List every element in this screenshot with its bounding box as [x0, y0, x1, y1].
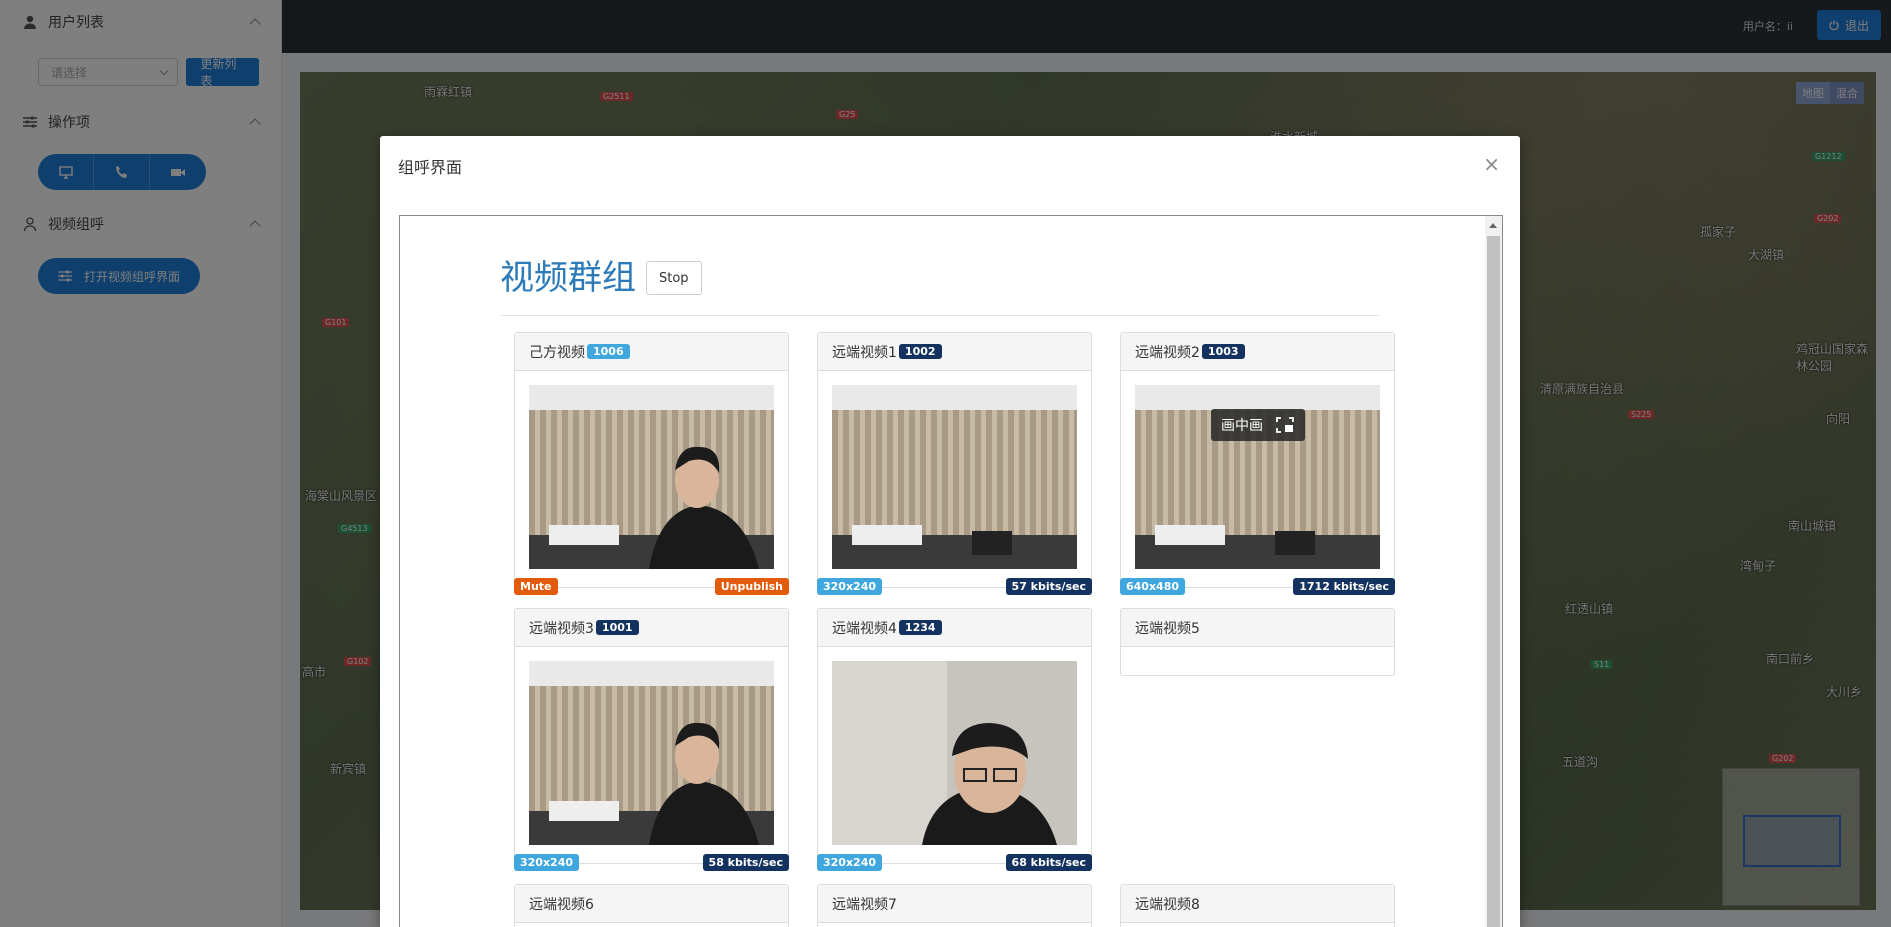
video-panel-title: 远端视频5 — [1135, 620, 1200, 637]
video-group-content: 视频群组 Stop — [500, 216, 1380, 316]
video-panel-title: 远端视频1 — [832, 344, 897, 361]
video-stream — [529, 661, 774, 845]
bitrate-badge: 57 kbits/sec — [1005, 578, 1092, 595]
video-stream — [529, 385, 774, 569]
scrollbar-thumb[interactable] — [1487, 236, 1500, 927]
video-panel: 远端视频1 1002 320x240 57 kbits/sec — [817, 332, 1092, 595]
pip-label: 画中画 — [1221, 418, 1263, 434]
video-panel: 远端视频5 — [1120, 608, 1395, 676]
video-group-heading: 视频群组 — [500, 258, 636, 298]
video-area[interactable] — [529, 661, 774, 845]
video-panel-header: 远端视频5 — [1121, 609, 1394, 647]
picture-in-picture-button[interactable]: 画中画 — [1211, 409, 1305, 441]
video-panel-header: 远端视频7 — [818, 885, 1091, 923]
resolution-badge: 640x480 — [1120, 578, 1186, 595]
video-panel-title: 己方视频 — [529, 344, 585, 361]
video-panel-title: 远端视频3 — [529, 620, 594, 637]
scrollbar[interactable] — [1485, 216, 1502, 927]
video-stream — [832, 385, 1077, 569]
user-id-badge: 1003 — [1201, 344, 1245, 359]
video-panel-title: 远端视频7 — [832, 896, 897, 913]
video-panel-header: 远端视频3 1001 — [515, 609, 788, 647]
mute-button[interactable]: Mute — [514, 578, 558, 595]
scroll-up-icon[interactable] — [1489, 223, 1497, 228]
modal-header: 组呼界面 × — [380, 136, 1520, 196]
video-panel: 远端视频3 1001 320x240 58 kbits/sec — [514, 608, 789, 871]
video-panel: 远端视频4 1234 320x240 68 kbits/sec — [817, 608, 1092, 871]
bitrate-badge: 68 kbits/sec — [1005, 854, 1092, 871]
video-area[interactable] — [832, 661, 1077, 845]
modal-title: 组呼界面 — [398, 158, 463, 177]
user-id-badge: 1234 — [898, 620, 942, 635]
video-panel: 己方视频 1006 Mute Unpublish — [514, 332, 789, 595]
video-panel: 远端视频7 — [817, 884, 1092, 927]
user-id-badge: 1001 — [595, 620, 639, 635]
pip-icon — [1276, 417, 1294, 433]
video-area[interactable] — [832, 385, 1077, 569]
video-panel: 远端视频2 1003 画中画 640x480 1712 kbits/sec — [1120, 332, 1395, 595]
unpublish-button[interactable]: Unpublish — [714, 578, 789, 595]
video-panel-title: 远端视频8 — [1135, 896, 1200, 913]
resolution-badge: 320x240 — [817, 578, 883, 595]
resolution-badge: 320x240 — [514, 854, 580, 871]
video-panel-header: 远端视频8 — [1121, 885, 1394, 923]
resolution-badge: 320x240 — [817, 854, 883, 871]
video-panel-header: 远端视频6 — [515, 885, 788, 923]
video-frame: 视频群组 Stop 己方视频 1006 Mute Unpublish 远端视频1 1002… — [399, 215, 1503, 927]
group-call-modal: 组呼界面 × 视频群组 Stop 己方视频 1006 Mute Unpublish 远端… — [380, 136, 1520, 927]
video-panel-title: 远端视频4 — [832, 620, 897, 637]
user-id-badge: 1002 — [898, 344, 942, 359]
stop-button[interactable]: Stop — [646, 261, 702, 295]
video-panel: 远端视频8 — [1120, 884, 1395, 927]
video-panel-header: 远端视频2 1003 — [1121, 333, 1394, 371]
video-panel-header: 远端视频1 1002 — [818, 333, 1091, 371]
video-area[interactable] — [529, 385, 774, 569]
video-panel-header: 远端视频4 1234 — [818, 609, 1091, 647]
video-panel-title: 远端视频2 — [1135, 344, 1200, 361]
video-panel: 远端视频6 — [514, 884, 789, 927]
close-icon[interactable]: × — [1483, 154, 1500, 174]
video-area[interactable]: 画中画 — [1135, 385, 1380, 569]
video-stream — [832, 661, 1077, 845]
video-group-title-row: 视频群组 Stop — [500, 216, 1380, 316]
user-id-badge: 1006 — [587, 344, 630, 359]
video-panel-title: 远端视频6 — [529, 896, 594, 913]
bitrate-badge: 58 kbits/sec — [702, 854, 789, 871]
video-panel-header: 己方视频 1006 — [515, 333, 788, 371]
bitrate-badge: 1712 kbits/sec — [1293, 578, 1395, 595]
